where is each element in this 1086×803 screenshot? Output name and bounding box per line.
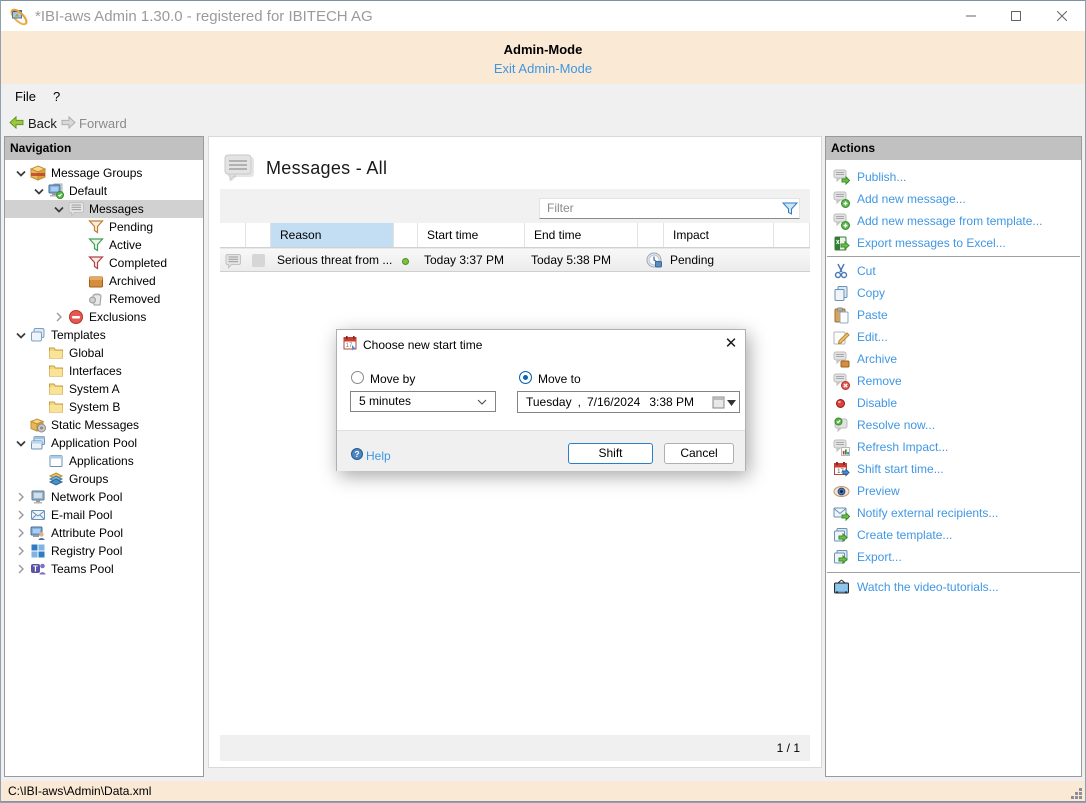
svg-text:17: 17 xyxy=(346,343,353,349)
svg-text:?: ? xyxy=(354,449,359,459)
